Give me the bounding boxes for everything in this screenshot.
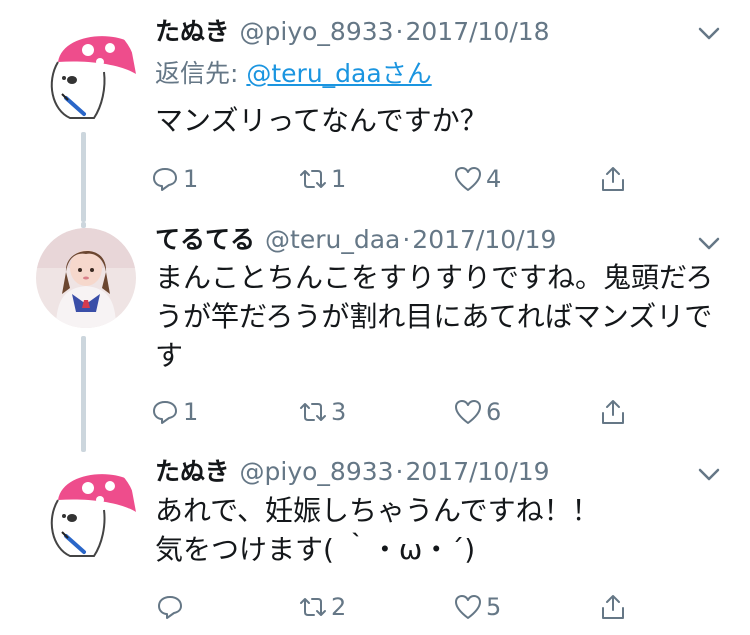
share-button[interactable] <box>598 395 628 429</box>
reply-icon <box>153 168 177 191</box>
share-icon <box>602 400 624 424</box>
like-button[interactable]: 6 <box>453 395 501 429</box>
retweet-icon <box>300 598 326 616</box>
retweet-count: 3 <box>331 398 347 426</box>
timestamp[interactable]: 2017/10/18 <box>406 17 550 46</box>
avatar[interactable] <box>36 22 136 122</box>
tweet-actions: 1 3 6 <box>150 395 650 429</box>
separator: · <box>395 17 404 46</box>
tweet-actions: 1 1 4 <box>150 162 650 196</box>
share-button[interactable] <box>598 590 628 624</box>
share-icon <box>602 167 624 191</box>
reply-context: 返信先: @teru_daaさん <box>155 59 432 89</box>
reply-button[interactable]: 1 <box>150 395 198 429</box>
cartoon-character-avatar-icon <box>36 460 136 560</box>
thread-line <box>81 132 86 222</box>
tweet-header: たぬき @piyo_8933·2017/10/18 <box>155 17 550 47</box>
separator: · <box>395 457 404 486</box>
tweet-header: てるてる @teru_daa·2017/10/19 <box>155 225 556 255</box>
cartoon-character-avatar-icon <box>36 22 136 122</box>
retweet-button[interactable]: 2 <box>298 590 346 624</box>
retweet-icon <box>300 403 326 421</box>
avatar[interactable] <box>36 460 136 560</box>
thread-line <box>81 336 86 452</box>
photo-avatar-icon <box>36 228 136 328</box>
retweet-count: 1 <box>331 165 347 193</box>
share-button[interactable] <box>598 162 628 196</box>
chevron-down-icon[interactable] <box>696 20 722 46</box>
reply-button[interactable]: 1 <box>150 162 198 196</box>
retweet-button[interactable]: 3 <box>298 395 346 429</box>
timestamp[interactable]: 2017/10/19 <box>412 225 556 254</box>
tweet-text: まんことちんこをすりすりですね。鬼頭だろうが竿だろうが割れ目にあてればマンズリで… <box>155 261 714 372</box>
username[interactable]: @teru_daa <box>265 225 400 254</box>
tweet-header: たぬき @piyo_8933·2017/10/19 <box>155 457 550 487</box>
reply-icon <box>153 401 177 424</box>
avatar[interactable] <box>36 228 136 328</box>
tweet[interactable]: たぬき @piyo_8933·2017/10/18 返信先: @teru_daaさ… <box>0 0 750 222</box>
retweet-count: 2 <box>331 593 347 621</box>
chevron-down-icon[interactable] <box>696 230 722 256</box>
display-name[interactable]: てるてる <box>155 225 255 254</box>
like-count: 6 <box>486 398 502 426</box>
reply-to-link[interactable]: @teru_daaさん <box>246 59 431 88</box>
tweet-text: あれで、妊娠しちゃうんですね！！ 気をつけます( ｀・ω・´) <box>155 494 600 566</box>
heart-icon <box>455 595 481 619</box>
tweet[interactable]: てるてる @teru_daa·2017/10/19 まんことちんこをすりすりですね… <box>0 222 750 452</box>
tweet-text: マンズリってなんですか？ <box>155 104 488 137</box>
reply-count: 1 <box>183 398 199 426</box>
tweet-actions: 2 5 <box>150 590 650 624</box>
chevron-down-icon[interactable] <box>696 461 722 487</box>
reply-icon <box>158 596 182 619</box>
share-icon <box>602 595 624 619</box>
heart-icon <box>455 167 481 191</box>
username[interactable]: @piyo_8933 <box>240 17 394 46</box>
display-name[interactable]: たぬき <box>155 17 230 46</box>
separator: · <box>402 225 411 254</box>
reply-prefix: 返信先: <box>155 59 247 88</box>
tweet[interactable]: たぬき @piyo_8933·2017/10/19 あれで、妊娠しちゃうんですね！… <box>0 452 750 635</box>
like-count: 4 <box>486 165 502 193</box>
username[interactable]: @piyo_8933 <box>240 457 394 486</box>
reply-count: 1 <box>183 165 199 193</box>
heart-icon <box>455 400 481 424</box>
display-name[interactable]: たぬき <box>155 457 230 486</box>
like-count: 5 <box>486 593 502 621</box>
timestamp[interactable]: 2017/10/19 <box>406 457 550 486</box>
like-button[interactable]: 5 <box>453 590 501 624</box>
reply-button[interactable] <box>155 590 188 624</box>
retweet-button[interactable]: 1 <box>298 162 346 196</box>
like-button[interactable]: 4 <box>453 162 501 196</box>
retweet-icon <box>300 170 326 188</box>
